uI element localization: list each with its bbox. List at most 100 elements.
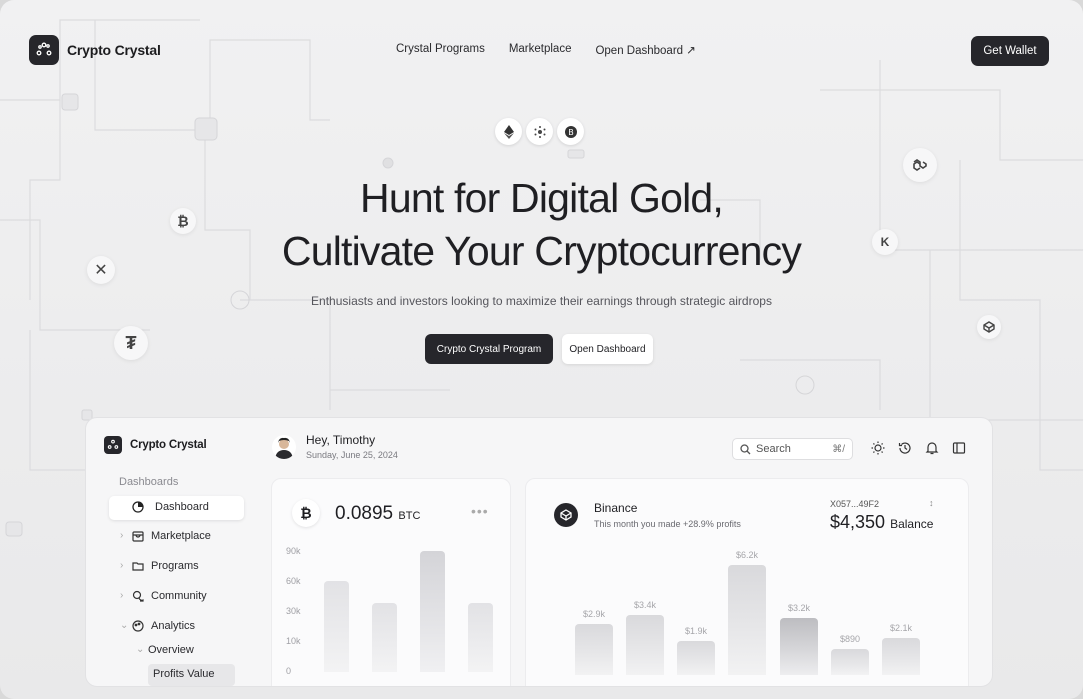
btc-unit: BTC — [398, 510, 421, 522]
ethereum-icon — [495, 118, 522, 145]
btc-bar — [372, 602, 397, 672]
sidebar-item-overview[interactable]: ⌄ Overview — [136, 644, 194, 656]
coin-chips: B — [495, 118, 584, 145]
hero-title: Hunt for Digital Gold, Cultivate Your Cr… — [0, 172, 1083, 278]
sidebar-item-programs[interactable]: › Programs — [120, 560, 199, 572]
store-icon — [132, 531, 144, 542]
sidebar-item-label: Analytics — [151, 620, 196, 632]
open-dashboard-button[interactable]: Open Dashboard — [562, 334, 653, 364]
binance-bar — [780, 618, 818, 675]
hero-title-line-1: Hunt for Digital Gold, — [360, 175, 724, 221]
binance-bar — [728, 565, 766, 675]
palette-icon — [132, 620, 144, 632]
greeting-name: Hey, Timothy — [306, 433, 376, 447]
chevron-down-icon: ⌄ — [136, 644, 145, 655]
brand-logo[interactable]: Crypto Crystal — [29, 35, 161, 65]
tether-icon: ₮ — [114, 326, 148, 360]
btc-bar — [324, 581, 349, 672]
binance-bar — [882, 637, 920, 675]
sidebar-item-label: Profits Value — [153, 668, 215, 680]
y-axis-tick: 90k — [286, 546, 301, 556]
bar-value-label: $6.2k — [735, 550, 759, 560]
greeting-date: Sunday, June 25, 2024 — [306, 450, 398, 460]
sidebar-item-profits-value[interactable]: Profits Value — [153, 668, 215, 680]
balance-amount: $4,350 — [830, 512, 886, 532]
binance-subtitle: This month you made +28.9% profits — [594, 519, 741, 529]
folder-icon — [132, 562, 144, 571]
bitcoin-icon: ₿ — [292, 499, 320, 527]
chevron-down-icon: ⌄ — [120, 620, 129, 631]
avatar[interactable] — [272, 434, 296, 459]
hero-title-line-2: Cultivate Your Cryptocurrency — [281, 228, 802, 274]
y-axis-tick: 0 — [286, 666, 292, 676]
more-options-icon[interactable]: ••• — [471, 503, 489, 519]
get-wallet-button[interactable]: Get Wallet — [971, 36, 1049, 66]
sidebar-item-label: Overview — [148, 644, 194, 656]
bar-value-label: $3.2k — [787, 603, 811, 614]
chevron-up-down-icon[interactable]: ↕ — [929, 498, 934, 508]
landing-page: Crypto Crystal Crystal Programs Marketpl… — [0, 0, 1083, 699]
binance-cube-icon — [554, 503, 578, 527]
dashboard-brand-name: Crypto Crystal — [130, 439, 207, 451]
btc-bar — [468, 602, 493, 672]
sidebar-item-label: Marketplace — [151, 530, 211, 542]
pie-chart-icon — [132, 501, 144, 513]
search-input[interactable]: Search ⌘/ — [732, 438, 853, 460]
sidebar-item-label: Dashboard — [155, 501, 209, 513]
dashboard-brand[interactable]: Crypto Crystal — [104, 436, 207, 454]
binance-coin-icon — [977, 315, 1001, 339]
bancor-icon: B — [557, 118, 584, 145]
bell-icon[interactable] — [924, 440, 940, 456]
bar-value-label: $2.1k — [889, 622, 913, 633]
hero-subtitle: Enthusiasts and investors looking to max… — [311, 294, 772, 308]
nav-open-dashboard[interactable]: Open Dashboard ↗ — [595, 43, 695, 57]
dashboard-sidebar: Crypto Crystal Dashboards Dashboard › Ma… — [86, 418, 266, 686]
crystal-logo-icon — [29, 35, 59, 65]
crystal-logo-icon — [104, 436, 122, 454]
nav-marketplace[interactable]: Marketplace — [509, 43, 572, 57]
binance-bar — [677, 641, 715, 675]
binance-bar — [831, 649, 869, 675]
svg-text:B: B — [568, 128, 574, 137]
dashboard-preview: Crypto Crystal Dashboards Dashboard › Ma… — [85, 417, 993, 687]
search-placeholder: Search — [756, 443, 791, 455]
btc-card: ₿ 0.0895 BTC ••• 90k 60k 30k 10k 0 — [271, 478, 511, 686]
binance-bar — [575, 623, 613, 675]
bar-value-label: $1.9k — [684, 626, 708, 637]
sidebar-toggle-icon[interactable] — [951, 440, 967, 456]
chevron-right-icon: › — [120, 590, 124, 601]
search-shortcut: ⌘/ — [832, 443, 845, 455]
sidebar-item-analytics[interactable]: ⌄ Analytics — [120, 620, 196, 632]
history-icon[interactable] — [897, 440, 913, 456]
balance-label: Balance — [890, 517, 934, 531]
binance-name: Binance — [594, 501, 638, 515]
nav-crystal-programs[interactable]: Crystal Programs — [396, 43, 485, 57]
bar-value-label: $2.9k — [582, 608, 606, 619]
sidebar-section-label: Dashboards — [119, 476, 179, 488]
crypto-crystal-program-button[interactable]: Crypto Crystal Program — [425, 334, 553, 364]
chat-icon — [132, 590, 144, 602]
cardano-icon — [526, 118, 553, 145]
btc-value: 0.0895 BTC — [335, 503, 420, 525]
sidebar-item-marketplace[interactable]: › Marketplace — [120, 530, 211, 542]
btc-amount: 0.0895 — [335, 503, 394, 524]
sidebar-item-label: Programs — [151, 560, 199, 572]
btc-bar — [420, 550, 445, 672]
y-axis-tick: 60k — [286, 576, 301, 586]
account-id[interactable]: X057...49F2 — [830, 499, 879, 509]
binance-bar — [626, 614, 664, 675]
binance-card: Binance This month you made +28.9% profi… — [525, 478, 969, 686]
balance: $4,350 Balance — [830, 512, 933, 533]
y-axis-tick: 10k — [286, 636, 301, 646]
sun-icon[interactable] — [870, 440, 886, 456]
bar-value-label: $890 — [839, 634, 861, 644]
chevron-right-icon: › — [120, 530, 124, 541]
sidebar-item-label: Community — [151, 590, 207, 602]
sidebar-item-community[interactable]: › Community — [120, 590, 207, 602]
search-icon — [740, 443, 751, 454]
greeting: Hey, Timothy Sunday, June 25, 2024 — [272, 433, 398, 460]
sidebar-item-dashboard[interactable]: Dashboard — [132, 501, 209, 513]
bar-value-label: $3.4k — [633, 599, 657, 610]
brand-name: Crypto Crystal — [67, 42, 161, 58]
chevron-right-icon: › — [120, 560, 124, 571]
